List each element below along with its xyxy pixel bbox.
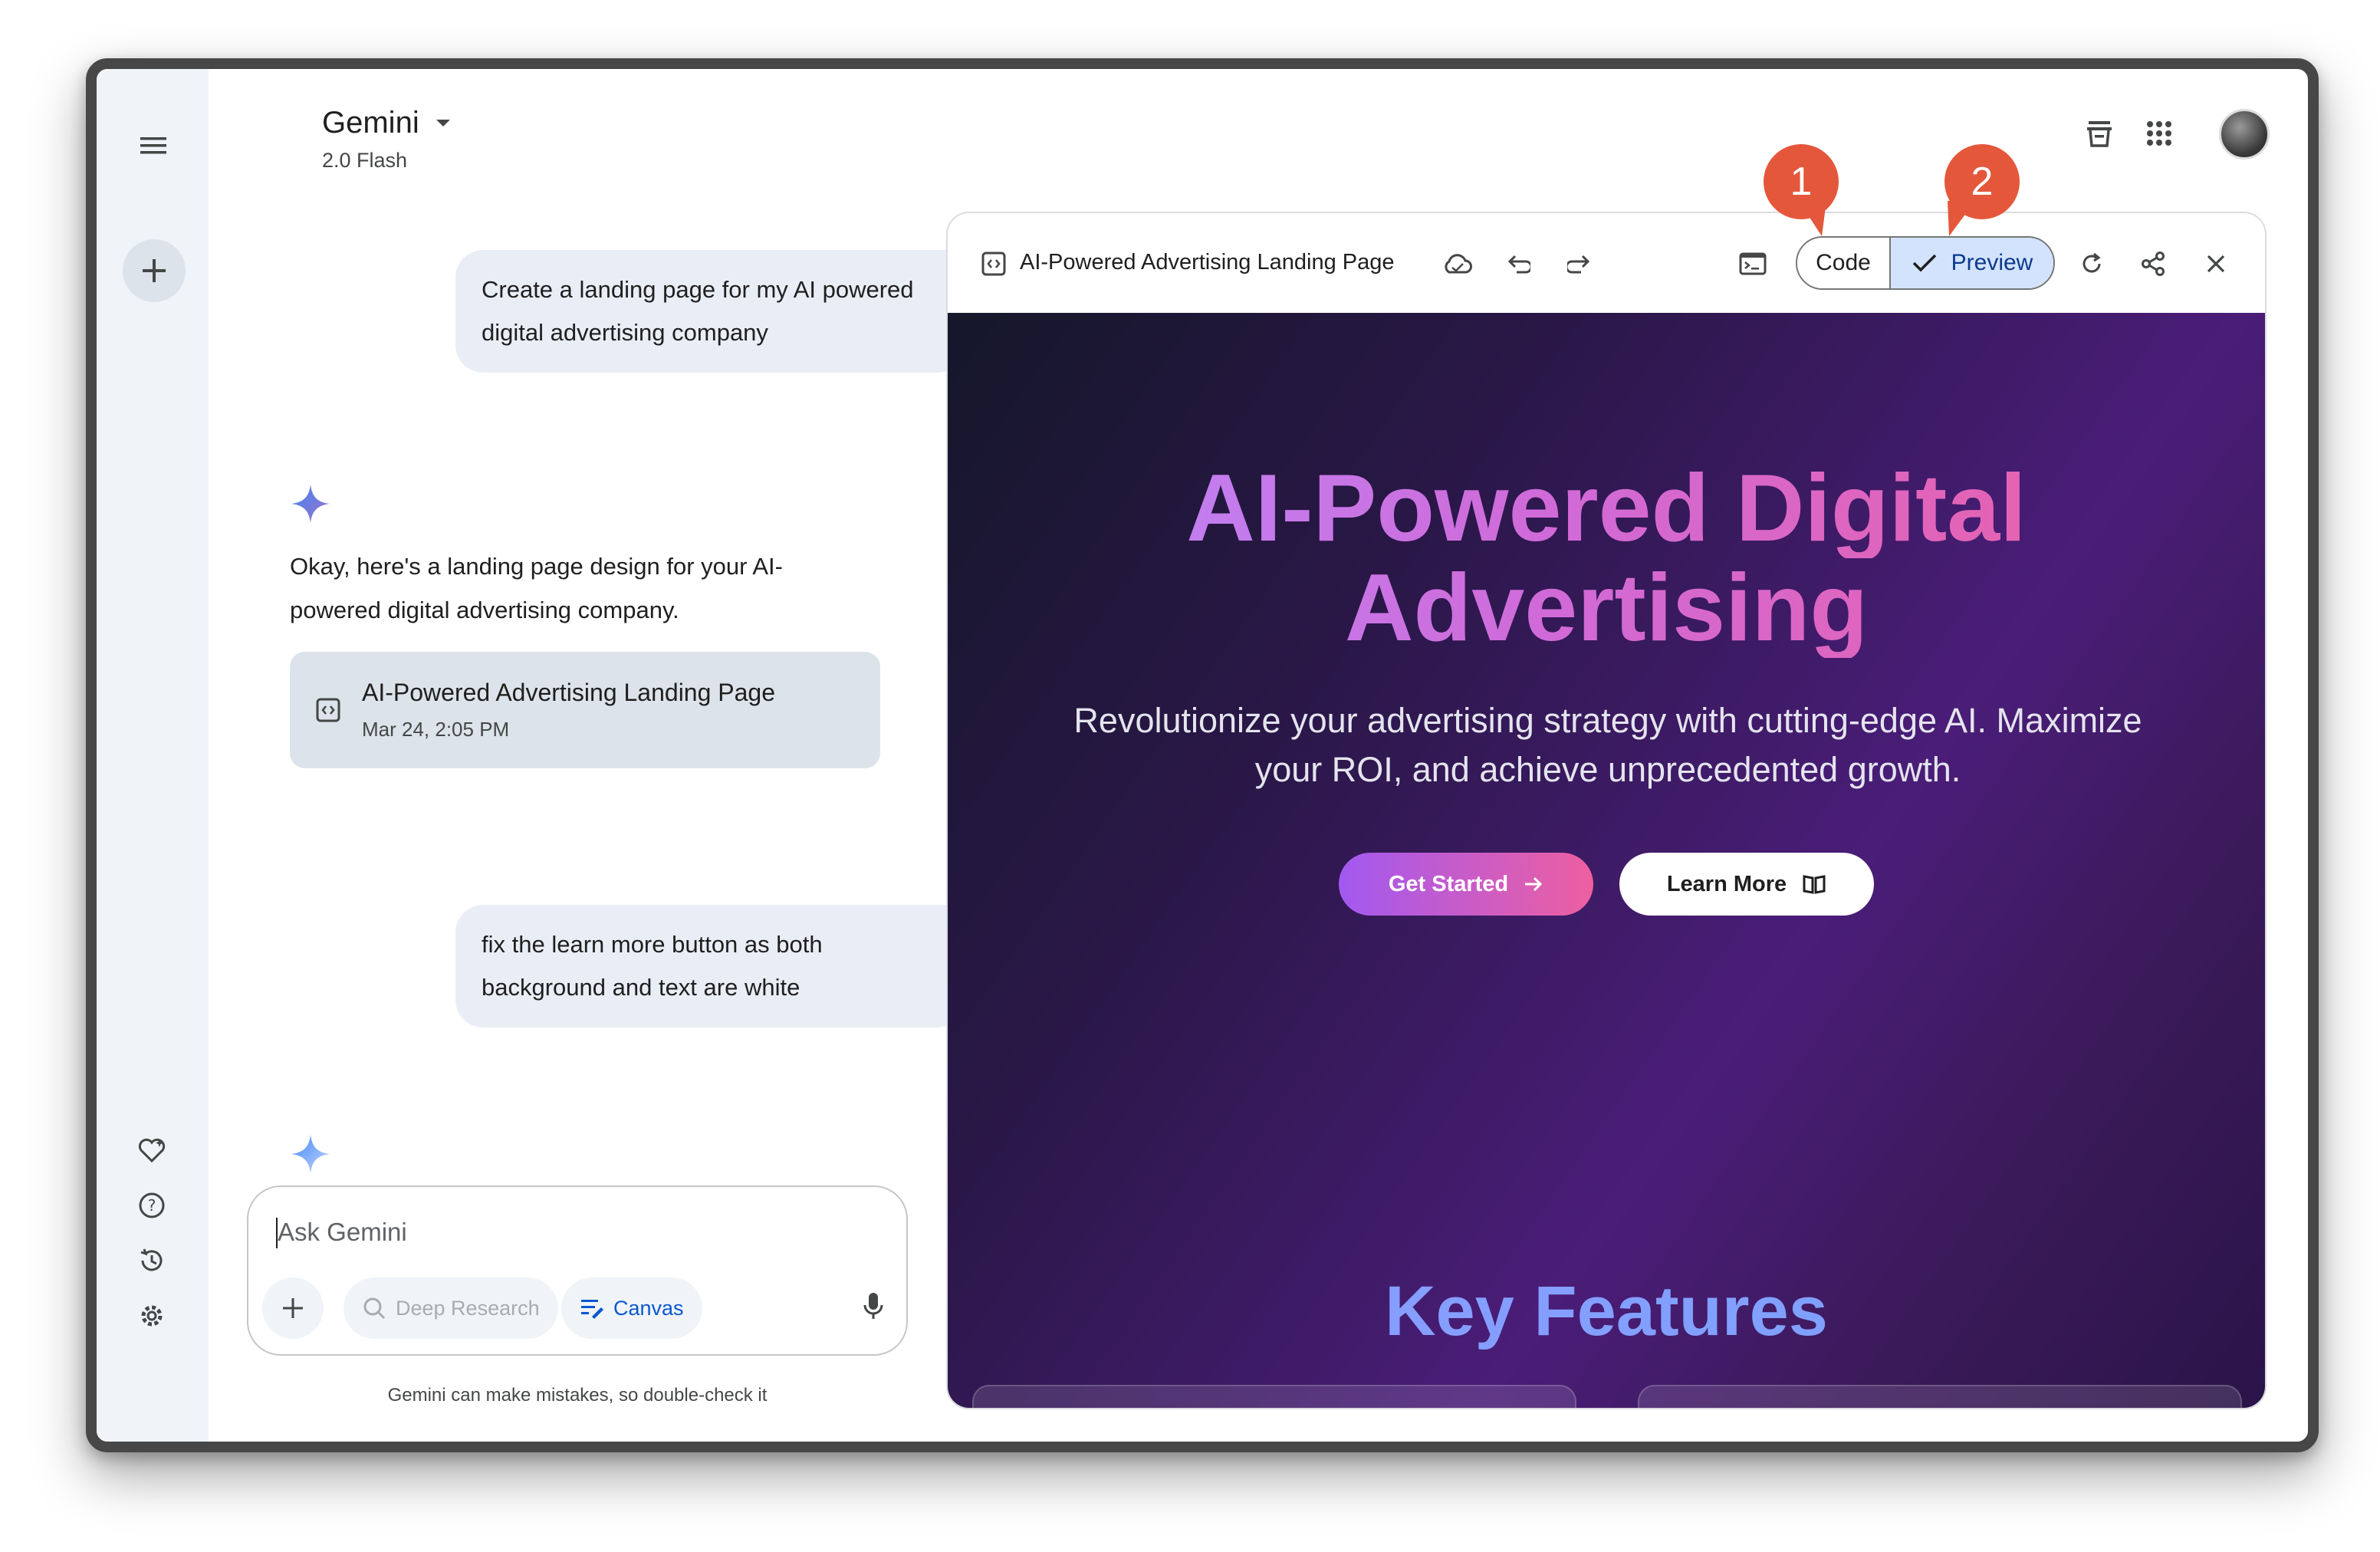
user-message: Create a landing page for my AI powered … — [455, 250, 965, 373]
avatar[interactable] — [2219, 109, 2270, 159]
trash-icon[interactable] — [2075, 109, 2124, 158]
check-icon — [1912, 254, 1936, 272]
hero-title-line: Advertising — [948, 558, 2265, 658]
sparkle-icon — [290, 483, 331, 524]
canvas-label: Canvas — [613, 1296, 684, 1320]
learn-more-button[interactable]: Learn More — [1619, 853, 1874, 916]
callout-pointer — [1948, 201, 1975, 236]
close-icon[interactable] — [2198, 245, 2234, 282]
code-doc-icon — [316, 698, 340, 722]
callout-number: 1 — [1790, 159, 1813, 204]
learn-more-label: Learn More — [1666, 871, 1787, 896]
message-line: background and text are white — [482, 974, 800, 1001]
canvas-title: AI-Powered Advertising Landing Page — [1020, 250, 1395, 275]
side-rail: ? — [97, 69, 209, 1442]
plus-icon — [143, 259, 166, 282]
history-icon[interactable] — [127, 1236, 176, 1285]
get-started-button[interactable]: Get Started — [1339, 853, 1593, 916]
deep-research-button[interactable]: Deep Research — [344, 1277, 558, 1339]
doc-card-date: Mar 24, 2:05 PM — [362, 718, 510, 741]
preview-tab[interactable]: Preview — [1891, 238, 2053, 288]
hero-subtitle-line: Revolutionize your advertising strategy … — [1073, 701, 2142, 740]
hero-title-line: AI-Powered Digital — [948, 459, 2265, 558]
model-selector[interactable]: Gemini — [322, 106, 452, 140]
features-title: Key Features — [948, 1271, 2265, 1352]
deep-research-icon — [363, 1297, 386, 1320]
new-chat-button[interactable] — [123, 239, 186, 302]
add-attachment-button[interactable] — [262, 1277, 324, 1339]
feature-card — [972, 1385, 1576, 1408]
view-toggle: Code Preview — [1796, 236, 2055, 290]
plus-icon — [283, 1298, 303, 1318]
get-started-label: Get Started — [1388, 871, 1509, 896]
code-doc-icon — [975, 245, 1012, 282]
arrow-right-icon — [1525, 876, 1543, 892]
hero-subtitle-line: your ROI, and achieve unprecedented grow… — [1254, 750, 1961, 789]
gem-icon[interactable] — [127, 1126, 176, 1175]
sparkle-icon — [290, 1133, 331, 1175]
code-tab[interactable]: Code — [1797, 238, 1891, 288]
prompt-placeholder: Ask Gemini — [278, 1218, 407, 1246]
app-window: ? Gemini 2.0 Flash Create a landing page… — [86, 58, 2319, 1452]
menu-icon[interactable] — [126, 118, 181, 173]
prompt-input[interactable]: Ask Gemini Deep Research Canvas — [247, 1185, 908, 1356]
canvas-panel: AI-Powered Advertising Landing Page Code… — [946, 212, 2267, 1409]
callout-number: 2 — [1971, 159, 1994, 204]
settings-icon[interactable] — [127, 1291, 176, 1340]
message-line: digital advertising company — [482, 319, 768, 346]
app-name: Gemini — [322, 106, 419, 140]
hero-subtitle: Revolutionize your advertising strategy … — [1040, 696, 2176, 794]
deep-research-label: Deep Research — [396, 1296, 540, 1320]
canvas-toolbar: AI-Powered Advertising Landing Page Code… — [948, 213, 2265, 313]
chevron-down-icon — [436, 119, 450, 127]
callout-pointer — [1799, 201, 1826, 236]
reply-line: Okay, here's a landing page design for y… — [290, 553, 783, 580]
canvas-button[interactable]: Canvas — [561, 1277, 702, 1339]
canvas-doc-card[interactable]: AI-Powered Advertising Landing Page Mar … — [290, 652, 880, 768]
preview-label: Preview — [1951, 250, 2033, 275]
message-line: fix the learn more button as both — [482, 931, 823, 958]
undo-icon[interactable] — [1500, 245, 1537, 282]
svg-text:?: ? — [148, 1196, 156, 1215]
reply-line: powered digital advertising company. — [290, 597, 679, 623]
share-icon[interactable] — [2135, 245, 2171, 282]
disclaimer: Gemini can make mistakes, so double-chec… — [387, 1385, 768, 1406]
user-message: fix the learn more button as both backgr… — [455, 905, 965, 1028]
cloud-icon[interactable] — [1438, 245, 1475, 282]
apps-icon[interactable] — [2135, 109, 2184, 158]
doc-card-title: AI-Powered Advertising Landing Page — [362, 679, 776, 706]
mic-icon[interactable] — [863, 1291, 883, 1320]
landing-page-preview: AI-Powered Digital Advertising Revolutio… — [948, 313, 2265, 1408]
terminal-icon[interactable] — [1734, 245, 1771, 282]
message-line: Create a landing page for my AI powered — [482, 276, 914, 303]
refresh-icon[interactable] — [2073, 245, 2110, 282]
redo-icon[interactable] — [1561, 245, 1598, 282]
feature-card — [1638, 1385, 2242, 1408]
model-version: 2.0 Flash — [322, 149, 408, 172]
help-icon[interactable]: ? — [127, 1181, 176, 1230]
assistant-reply: Okay, here's a landing page design for y… — [290, 544, 857, 632]
book-icon — [1803, 875, 1826, 894]
canvas-icon — [581, 1300, 603, 1319]
